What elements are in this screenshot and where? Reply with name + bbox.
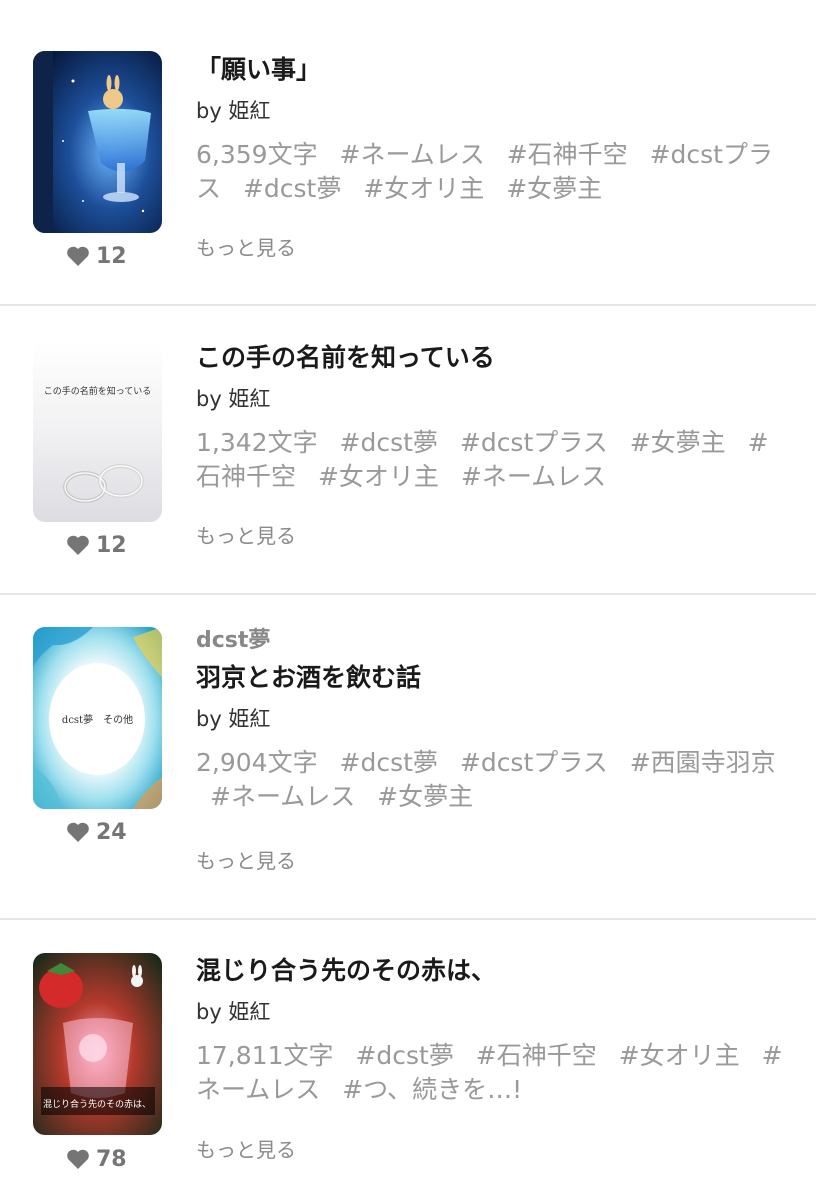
tag-link[interactable]: #女オリ主 — [619, 1041, 740, 1070]
show-more-link[interactable]: もっと見る — [196, 847, 296, 875]
work-title[interactable]: この手の名前を知っている — [196, 340, 796, 376]
work-author[interactable]: by 姫紅 — [196, 704, 796, 734]
char-count: 1,342文字 — [196, 428, 318, 457]
heart-icon — [67, 246, 89, 266]
work-title[interactable]: 混じり合う先のその赤は、 — [196, 953, 796, 989]
tag-link[interactable]: #ネームレス — [210, 782, 355, 811]
show-more-link[interactable]: もっと見る — [196, 522, 296, 550]
heart-icon — [67, 1149, 89, 1169]
work-item-2[interactable]: この手の名前を知っている 12 この手の名前を知っている by 姫紅 1,342… — [0, 306, 816, 593]
work-author[interactable]: by 姫紅 — [196, 96, 796, 126]
tag-link[interactable]: #女夢主 — [630, 428, 726, 457]
char-count: 6,359文字 — [196, 140, 318, 169]
series-name[interactable]: dcst夢 — [196, 626, 796, 656]
work-item-4[interactable]: 混じり合う先のその赤は、 78 混じり合う先のその赤は、 by 姫紅 17,81… — [0, 920, 816, 1200]
work-cover-1[interactable] — [33, 51, 162, 233]
work-meta: 17,811文字 #dcst夢 #石神千空 #女オリ主 #ネームレス #つ、続き… — [196, 1039, 786, 1107]
work-author[interactable]: by 姫紅 — [196, 384, 796, 414]
work-title[interactable]: 「願い事」 — [196, 52, 796, 88]
like-count-value: 12 — [96, 243, 127, 269]
tag-link[interactable]: #dcst夢 — [340, 748, 438, 777]
like-count-3[interactable]: 24 — [66, 818, 156, 846]
work-item-1[interactable]: 12 「願い事」 by 姫紅 6,359文字 #ネームレス #石神千空 #dcs… — [0, 0, 816, 305]
tag-link[interactable]: #石神千空 — [476, 1041, 597, 1070]
work-cover-2[interactable]: この手の名前を知っている — [33, 340, 162, 522]
show-more-link[interactable]: もっと見る — [196, 234, 296, 262]
char-count: 2,904文字 — [196, 748, 318, 777]
tag-link[interactable]: #女オリ主 — [363, 174, 484, 203]
heart-icon — [67, 822, 89, 842]
like-count-2[interactable]: 12 — [66, 531, 156, 559]
tag-link[interactable]: #石神千空 — [507, 140, 628, 169]
like-count-value: 78 — [96, 1146, 127, 1172]
work-meta: 1,342文字 #dcst夢 #dcstプラス #女夢主 #石神千空 #女オリ主… — [196, 426, 786, 494]
tag-link[interactable]: #dcst夢 — [355, 1041, 453, 1070]
tag-link[interactable]: #女オリ主 — [318, 462, 439, 491]
show-more-link[interactable]: もっと見る — [196, 1136, 296, 1164]
like-count-1[interactable]: 12 — [66, 242, 156, 270]
work-cover-3[interactable]: dcst夢 その他 — [33, 627, 162, 809]
tag-link[interactable]: #dcst夢 — [340, 428, 438, 457]
like-count-4[interactable]: 78 — [66, 1145, 156, 1173]
tag-link[interactable]: #dcstプラス — [460, 748, 608, 777]
heart-icon — [67, 535, 89, 555]
tag-link[interactable]: #dcst夢 — [243, 174, 341, 203]
tag-link[interactable]: #女夢主 — [506, 174, 602, 203]
like-count-value: 24 — [96, 819, 127, 845]
tag-link[interactable]: #ネームレス — [461, 462, 606, 491]
cover-caption: この手の名前を知っている — [43, 387, 152, 397]
tag-link[interactable]: #dcstプラス — [460, 428, 608, 457]
tag-link[interactable]: #西園寺羽京 — [630, 748, 776, 777]
cover-caption: 混じり合う先のその赤は、 — [43, 1100, 152, 1110]
work-item-3[interactable]: dcst夢 その他 24 dcst夢 羽京とお酒を飲む話 by 姫紅 2,904… — [0, 595, 816, 918]
char-count: 17,811文字 — [196, 1041, 334, 1070]
tag-link[interactable]: #ネームレス — [340, 140, 485, 169]
work-meta: 2,904文字 #dcst夢 #dcstプラス #西園寺羽京 #ネームレス #女… — [196, 746, 786, 814]
work-title[interactable]: 羽京とお酒を飲む話 — [196, 660, 796, 696]
work-author[interactable]: by 姫紅 — [196, 997, 796, 1027]
work-meta: 6,359文字 #ネームレス #石神千空 #dcstプラス #dcst夢 #女オ… — [196, 138, 786, 206]
work-cover-4[interactable]: 混じり合う先のその赤は、 — [33, 953, 162, 1135]
cover-caption: dcst夢 その他 — [61, 715, 134, 726]
cover-image-rings — [33, 340, 162, 522]
tag-link[interactable]: #つ、続きを…! — [342, 1075, 522, 1104]
cover-image-drink-rabbit — [33, 51, 162, 233]
like-count-value: 12 — [96, 532, 127, 558]
tag-link[interactable]: #女夢主 — [377, 782, 473, 811]
